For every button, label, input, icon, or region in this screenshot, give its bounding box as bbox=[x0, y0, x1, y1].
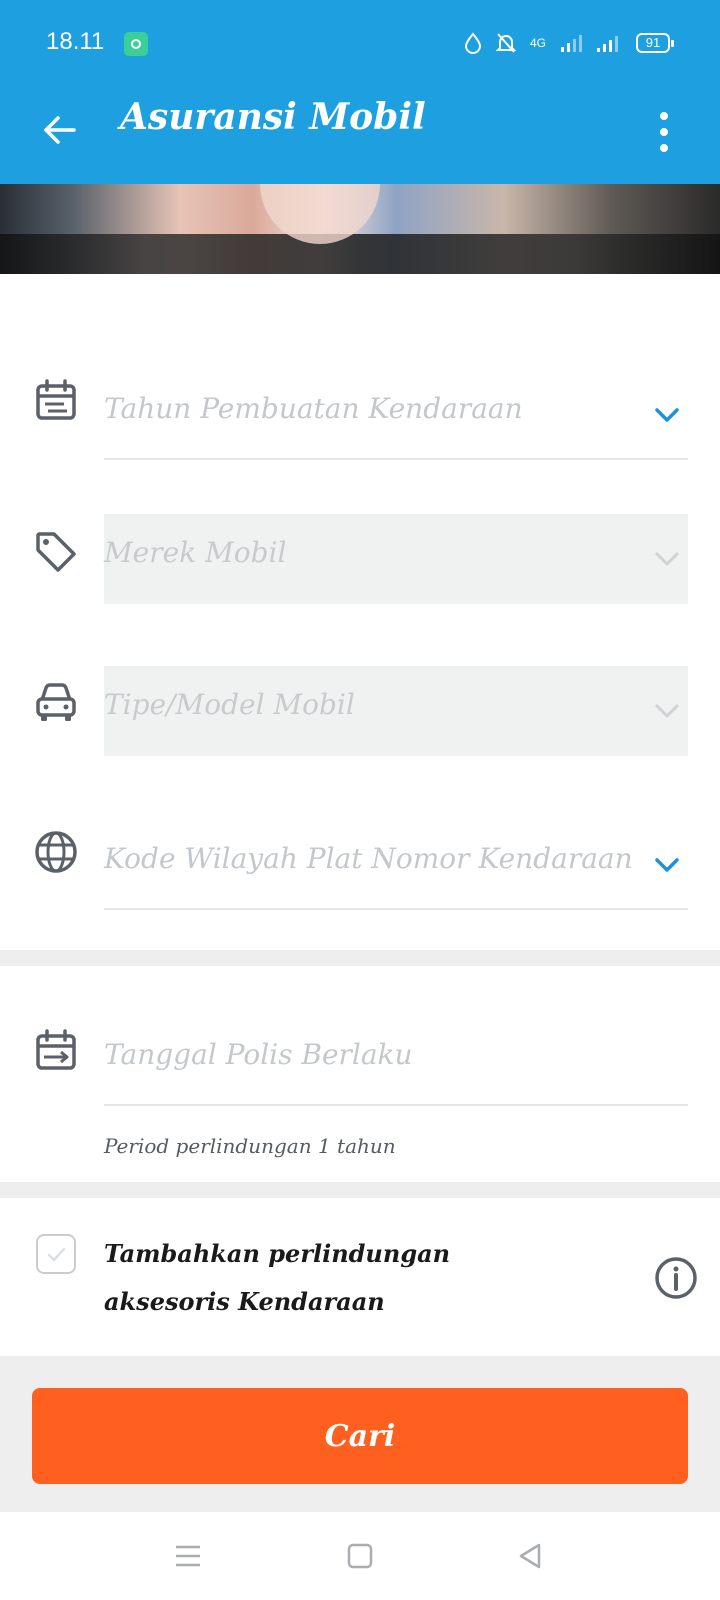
field-row-brand: Merek Mobil bbox=[0, 514, 720, 614]
brand-select[interactable]: Merek Mobil bbox=[104, 514, 688, 604]
year-select[interactable]: Tahun Pembuatan Kendaraan bbox=[104, 370, 688, 460]
status-bar: 18.11 4G 91 bbox=[0, 0, 720, 86]
policy-period-helper: Period perlindungan 1 tahun bbox=[104, 1134, 396, 1158]
section-divider bbox=[0, 950, 720, 966]
system-navigation-bar bbox=[0, 1512, 720, 1600]
region-placeholder: Kode Wilayah Plat Nomor Kendaraan bbox=[104, 842, 633, 875]
check-icon bbox=[47, 1247, 66, 1262]
car-icon bbox=[36, 683, 76, 721]
chevron-down-icon bbox=[655, 704, 679, 718]
more-dot-icon bbox=[660, 112, 668, 120]
square-icon bbox=[347, 1543, 373, 1569]
policy-date-placeholder: Tanggal Polis Berlaku bbox=[104, 1038, 413, 1071]
triangle-back-icon bbox=[519, 1543, 541, 1569]
chevron-down-icon bbox=[655, 408, 679, 422]
network-type: 4G bbox=[529, 36, 546, 50]
status-indicators: 4G 91 bbox=[464, 28, 674, 58]
search-button[interactable]: Cari bbox=[32, 1388, 688, 1484]
signal-icon-1 bbox=[561, 35, 582, 52]
policy-date-input[interactable]: Tanggal Polis Berlaku bbox=[104, 1016, 688, 1106]
signal-icon-2 bbox=[597, 36, 618, 52]
section-divider bbox=[0, 1182, 720, 1198]
accessory-protection-label: Tambahkan perlindungan aksesoris Kendara… bbox=[104, 1239, 451, 1316]
battery-icon: 91 bbox=[636, 33, 674, 53]
globe-icon bbox=[35, 831, 77, 873]
bell-off-icon bbox=[495, 33, 516, 53]
home-button[interactable] bbox=[336, 1532, 384, 1580]
field-row-region: Kode Wilayah Plat Nomor Kendaraan bbox=[0, 820, 720, 920]
status-time: 18.11 bbox=[46, 28, 105, 55]
region-select[interactable]: Kode Wilayah Plat Nomor Kendaraan bbox=[104, 820, 688, 910]
more-options-button[interactable] bbox=[644, 102, 684, 162]
more-dot-icon bbox=[660, 128, 668, 136]
year-placeholder: Tahun Pembuatan Kendaraan bbox=[104, 392, 523, 425]
accessory-protection-checkbox[interactable] bbox=[36, 1234, 76, 1274]
page-title: Asuransi Mobil bbox=[120, 96, 426, 138]
recent-apps-button[interactable] bbox=[164, 1532, 212, 1580]
chevron-down-icon bbox=[655, 552, 679, 566]
water-drop-icon bbox=[464, 32, 481, 54]
calendar-arrow-icon bbox=[36, 1029, 76, 1070]
field-row-year: Tahun Pembuatan Kendaraan bbox=[0, 370, 720, 470]
banner-image bbox=[0, 184, 720, 274]
chevron-down-icon bbox=[655, 858, 679, 872]
system-back-button[interactable] bbox=[506, 1532, 554, 1580]
model-select[interactable]: Tipe/Model Mobil bbox=[104, 666, 688, 756]
tag-icon bbox=[36, 532, 76, 572]
app-notification-icon bbox=[124, 32, 148, 56]
field-row-policy-date: Tanggal Polis Berlaku bbox=[0, 1016, 720, 1116]
more-dot-icon bbox=[660, 144, 668, 152]
menu-icon bbox=[176, 1545, 200, 1567]
app-bar: Asuransi Mobil bbox=[0, 86, 720, 184]
brand-placeholder: Merek Mobil bbox=[104, 536, 287, 569]
calendar-icon bbox=[36, 379, 76, 420]
back-button[interactable] bbox=[36, 106, 84, 154]
field-row-model: Tipe/Model Mobil bbox=[0, 666, 720, 766]
arrow-left-icon bbox=[44, 116, 76, 144]
info-icon[interactable] bbox=[654, 1256, 698, 1300]
model-placeholder: Tipe/Model Mobil bbox=[104, 688, 355, 721]
